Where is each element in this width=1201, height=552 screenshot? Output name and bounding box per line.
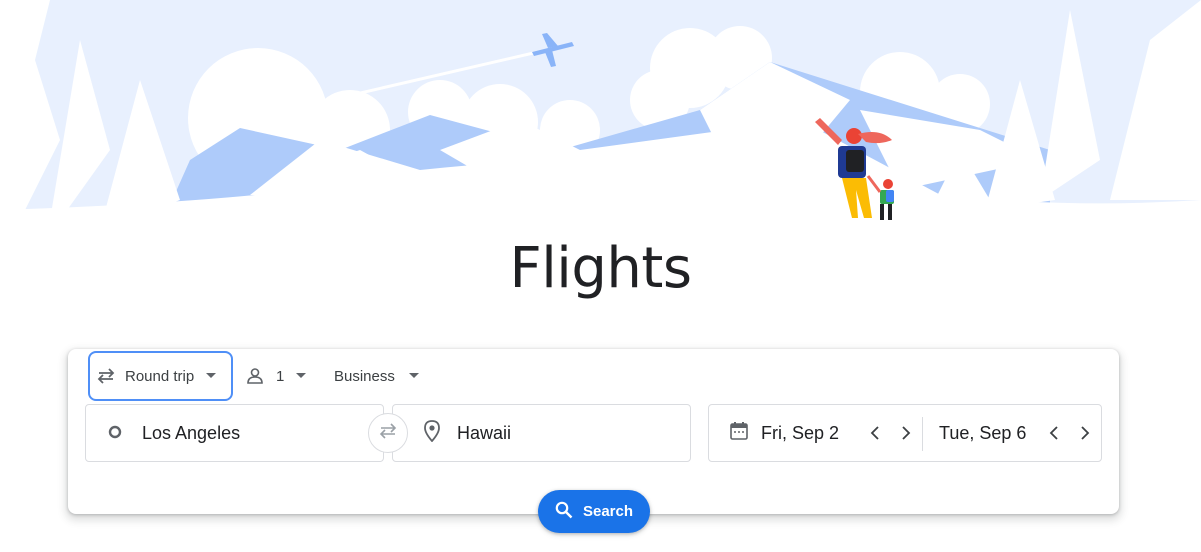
- origin-value: Los Angeles: [142, 422, 241, 443]
- origin-field[interactable]: Los Angeles: [85, 404, 384, 462]
- search-button[interactable]: Search: [538, 490, 650, 533]
- destination-field[interactable]: Hawaii: [392, 404, 691, 462]
- chevron-right-icon: [1080, 424, 1090, 445]
- swap-arrows-icon: [96, 366, 116, 386]
- departure-date-value: Fri, Sep 2: [761, 422, 840, 443]
- person-icon: [246, 367, 264, 385]
- destination-value: Hawaii: [457, 422, 512, 443]
- dropdown-caret-icon: [296, 373, 307, 379]
- return-date-field[interactable]: Tue, Sep 6: [939, 405, 1026, 461]
- chevron-right-icon: [901, 424, 911, 445]
- dates-field: Fri, Sep 2 Tue, Sep 6: [708, 404, 1102, 462]
- swap-button[interactable]: [368, 413, 408, 453]
- swap-icon: [377, 420, 399, 447]
- search-button-label: Search: [582, 503, 634, 520]
- page-title: Flights: [509, 236, 693, 301]
- departure-date-field[interactable]: Fri, Sep 2: [729, 405, 839, 461]
- return-next-button[interactable]: [1074, 423, 1096, 445]
- chevron-left-icon: [1049, 424, 1059, 445]
- hero-illustration: [0, 0, 1201, 250]
- return-prev-button[interactable]: [1043, 423, 1065, 445]
- passengers-count: 1: [276, 367, 285, 385]
- search-icon: [555, 501, 573, 523]
- dropdown-caret-icon: [408, 373, 419, 379]
- trip-type-select[interactable]: Round trip: [88, 351, 233, 401]
- passengers-select[interactable]: 1: [246, 351, 307, 401]
- chevron-left-icon: [870, 424, 880, 445]
- return-date-value: Tue, Sep 6: [939, 422, 1027, 443]
- trip-type-label: Round trip: [125, 367, 195, 385]
- dropdown-caret-icon: [206, 373, 217, 379]
- departure-next-button[interactable]: [895, 423, 917, 445]
- origin-circle-icon: [108, 423, 122, 444]
- cabin-class-label: Business: [334, 367, 395, 385]
- cabin-class-select[interactable]: Business: [334, 351, 419, 401]
- calendar-icon: [729, 421, 749, 446]
- location-pin-icon: [423, 419, 441, 447]
- departure-prev-button[interactable]: [864, 423, 886, 445]
- date-divider: [922, 417, 923, 451]
